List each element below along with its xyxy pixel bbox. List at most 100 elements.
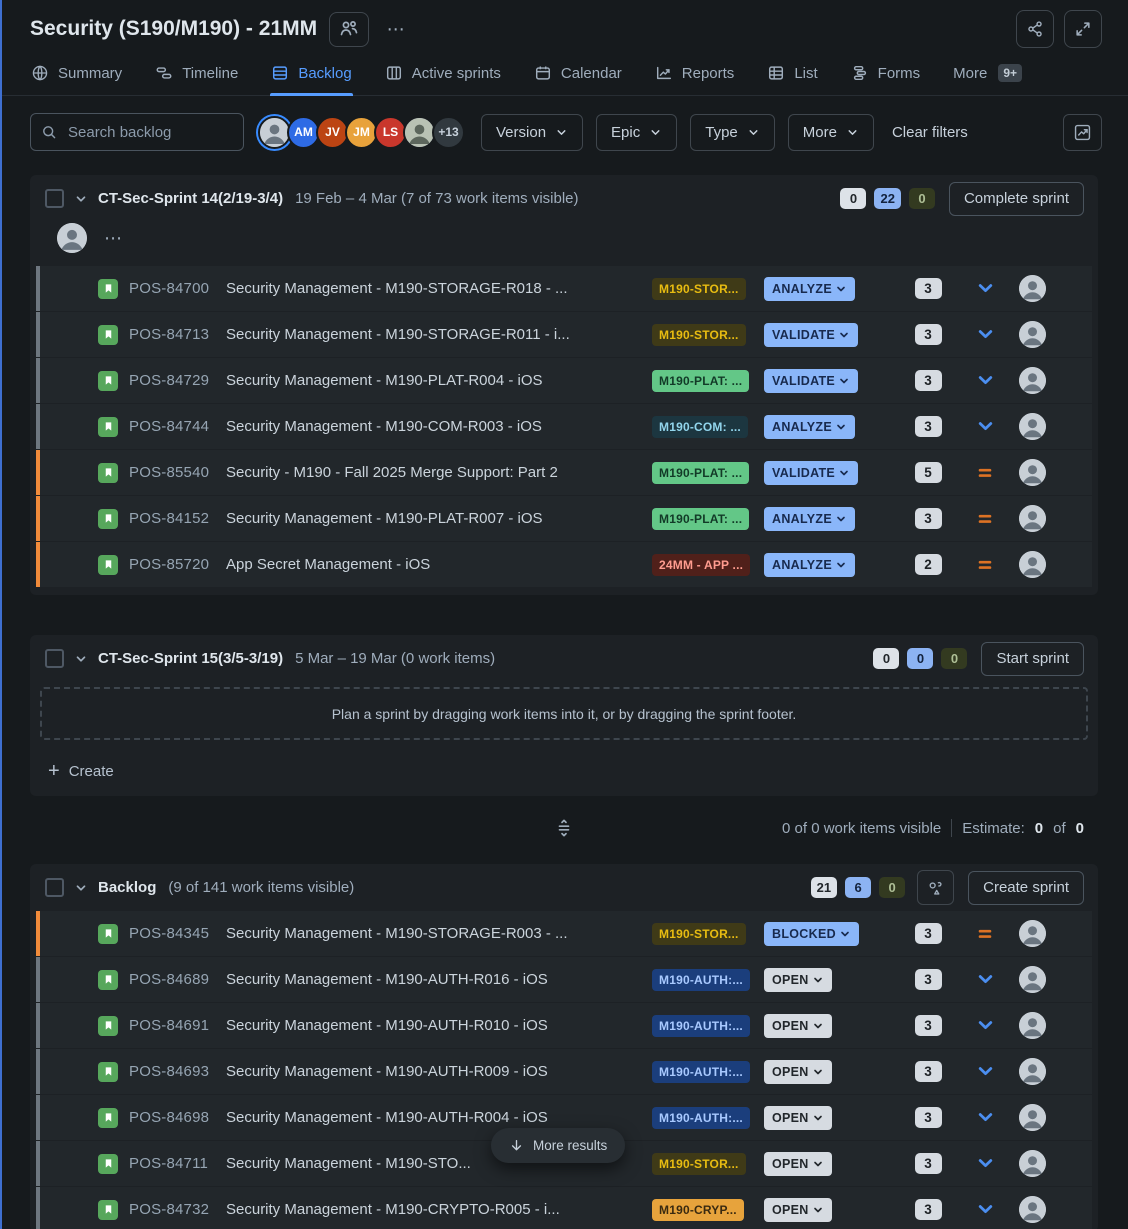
status-dropdown[interactable]: OPEN [764, 1198, 832, 1222]
estimate-badge[interactable]: 3 [915, 278, 942, 299]
issue-key[interactable]: POS-84713 [129, 326, 226, 343]
epic-tag[interactable]: M190-AUTH:... [652, 1015, 750, 1037]
status-dropdown[interactable]: ANALYZE [764, 553, 855, 577]
status-dropdown[interactable]: BLOCKED [764, 922, 859, 946]
status-dropdown[interactable]: OPEN [764, 1152, 832, 1176]
tab-calendar[interactable]: Calendar [533, 58, 623, 95]
estimate-badge[interactable]: 3 [915, 923, 942, 944]
create-work-item-button[interactable]: + Create [30, 748, 1098, 794]
create-sprint-button[interactable]: Create sprint [968, 871, 1084, 905]
status-dropdown[interactable]: OPEN [764, 968, 832, 992]
table-row[interactable]: POS-85720 App Secret Management - iOS 24… [36, 542, 1092, 587]
sprint-assignee-avatar[interactable] [57, 223, 87, 253]
estimate-badge[interactable]: 3 [915, 324, 942, 345]
issue-key[interactable]: POS-84729 [129, 372, 226, 389]
table-row[interactable]: POS-85540 Security - M190 - Fall 2025 Me… [36, 450, 1092, 495]
collapse-chevron-icon[interactable] [74, 652, 88, 666]
table-row[interactable]: POS-84345 Security Management - M190-STO… [36, 911, 1092, 956]
estimate-badge[interactable]: 3 [915, 1015, 942, 1036]
epic-tag[interactable]: M190-AUTH:... [652, 1061, 750, 1083]
epic-filter-dropdown[interactable]: Epic [596, 114, 677, 151]
epic-tag[interactable]: M190-STOR... [652, 1153, 746, 1175]
assignee-avatar[interactable] [1019, 1150, 1046, 1177]
tab-summary[interactable]: Summary [30, 58, 123, 95]
table-row[interactable]: POS-84744 Security Management - M190-COM… [36, 404, 1092, 449]
fullscreen-button[interactable] [1064, 10, 1102, 48]
type-filter-dropdown[interactable]: Type [690, 114, 775, 151]
status-dropdown[interactable]: ANALYZE [764, 507, 855, 531]
issue-key[interactable]: POS-84698 [129, 1109, 226, 1126]
assignee-avatar[interactable] [1019, 1012, 1046, 1039]
issue-key[interactable]: POS-84693 [129, 1063, 226, 1080]
table-row[interactable]: POS-84713 Security Management - M190-STO… [36, 312, 1092, 357]
insights-button[interactable] [1063, 114, 1102, 151]
assignee-avatar[interactable] [1019, 413, 1046, 440]
epic-tag[interactable]: M190-CRYP... [652, 1199, 744, 1221]
estimate-badge[interactable]: 3 [915, 370, 942, 391]
assignee-avatar[interactable] [1019, 459, 1046, 486]
more-actions-button[interactable]: ⋯ [381, 14, 411, 44]
status-dropdown[interactable]: ANALYZE [764, 415, 855, 439]
status-dropdown[interactable]: OPEN [764, 1106, 832, 1130]
issue-title[interactable]: Security Management - M190-PLAT-R007 - i… [226, 510, 652, 527]
epic-tag[interactable]: M190-AUTH:... [652, 969, 750, 991]
epic-tag[interactable]: M190-STOR... [652, 278, 746, 300]
estimate-badge[interactable]: 3 [915, 1107, 942, 1128]
issue-key[interactable]: POS-84744 [129, 418, 226, 435]
more-results-button[interactable]: More results [491, 1128, 625, 1163]
assignee-avatar[interactable] [1019, 1058, 1046, 1085]
estimate-badge[interactable]: 3 [915, 1199, 942, 1220]
issue-key[interactable]: POS-84711 [129, 1155, 226, 1172]
backlog-select-checkbox[interactable] [45, 878, 64, 897]
status-dropdown[interactable]: OPEN [764, 1014, 832, 1038]
assignee-avatar[interactable] [1019, 1196, 1046, 1223]
status-dropdown[interactable]: VALIDATE [764, 461, 858, 485]
table-row[interactable]: POS-84689 Security Management - M190-AUT… [36, 957, 1092, 1002]
issue-key[interactable]: POS-84691 [129, 1017, 226, 1034]
estimate-badge[interactable]: 3 [915, 508, 942, 529]
epic-tag[interactable]: M190-PLAT: ... [652, 462, 749, 484]
estimate-badge[interactable]: 5 [915, 462, 942, 483]
assignee-avatar[interactable] [1019, 275, 1046, 302]
collapse-chevron-icon[interactable] [74, 881, 88, 895]
tab-more[interactable]: More 9+ [952, 58, 1023, 95]
status-dropdown[interactable]: OPEN [764, 1060, 832, 1084]
tab-backlog[interactable]: Backlog [270, 58, 352, 95]
share-button[interactable] [1016, 10, 1054, 48]
epic-tag[interactable]: M190-STOR... [652, 324, 746, 346]
table-row[interactable]: POS-84700 Security Management - M190-STO… [36, 266, 1092, 311]
issue-title[interactable]: Security Management - M190-STORAGE-R018 … [226, 280, 652, 297]
people-button[interactable] [329, 12, 369, 47]
estimate-badge[interactable]: 3 [915, 1061, 942, 1082]
issue-title[interactable]: Security Management - M190-STORAGE-R003 … [226, 925, 652, 942]
auto-group-button[interactable] [917, 870, 954, 905]
issue-title[interactable]: Security - M190 - Fall 2025 Merge Suppor… [226, 464, 652, 481]
clear-filters-button[interactable]: Clear filters [892, 124, 968, 141]
version-filter-dropdown[interactable]: Version [481, 114, 583, 151]
table-row[interactable]: POS-84693 Security Management - M190-AUT… [36, 1049, 1092, 1094]
tab-forms[interactable]: Forms [850, 58, 922, 95]
issue-title[interactable]: App Secret Management - iOS [226, 556, 652, 573]
start-sprint-button[interactable]: Start sprint [981, 642, 1084, 676]
assignee-avatar[interactable] [1019, 920, 1046, 947]
issue-key[interactable]: POS-84689 [129, 971, 226, 988]
table-row[interactable]: POS-84729 Security Management - M190-PLA… [36, 358, 1092, 403]
assignee-avatar[interactable] [1019, 966, 1046, 993]
table-row[interactable]: POS-84732 Security Management - M190-CRY… [36, 1187, 1092, 1229]
epic-tag[interactable]: M190-AUTH:... [652, 1107, 750, 1129]
epic-tag[interactable]: M190-PLAT: ... [652, 508, 749, 530]
issue-key[interactable]: POS-84152 [129, 510, 226, 527]
tab-list[interactable]: List [766, 58, 818, 95]
table-row[interactable]: POS-84691 Security Management - M190-AUT… [36, 1003, 1092, 1048]
assignee-avatar[interactable] [1019, 1104, 1046, 1131]
assignees-overflow-button[interactable]: ⋯ [104, 228, 123, 249]
epic-tag[interactable]: M190-STOR... [652, 923, 746, 945]
sprint-name[interactable]: CT-Sec-Sprint 15(3/5-3/19) [98, 650, 283, 667]
drag-handle-icon[interactable] [554, 818, 574, 838]
assignee-avatar[interactable] [1019, 367, 1046, 394]
assignee-avatar[interactable] [1019, 321, 1046, 348]
issue-key[interactable]: POS-84732 [129, 1201, 226, 1218]
issue-key[interactable]: POS-85720 [129, 556, 226, 573]
issue-title[interactable]: Security Management - M190-AUTH-R009 - i… [226, 1063, 652, 1080]
epic-tag[interactable]: 24MM - APP ... [652, 554, 750, 576]
